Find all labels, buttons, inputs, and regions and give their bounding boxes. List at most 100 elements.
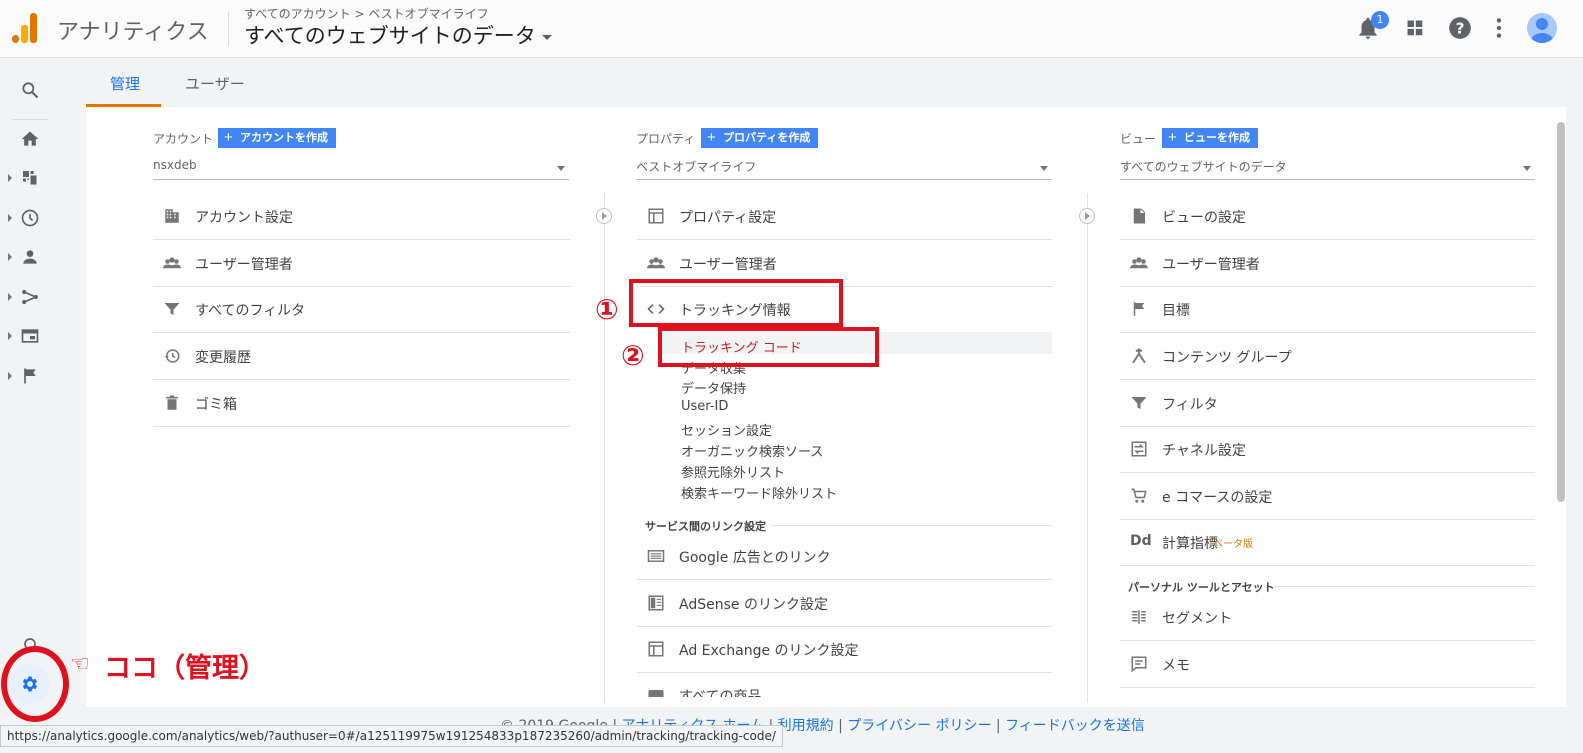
annotation-box-2 xyxy=(658,327,879,367)
adsense-icon xyxy=(648,595,664,611)
trash-icon xyxy=(166,395,178,410)
channel-icon xyxy=(1131,441,1147,457)
realtime-clock-icon[interactable] xyxy=(20,208,40,228)
home-icon[interactable] xyxy=(20,129,40,149)
annotation-koko-label: ココ（管理） xyxy=(104,653,266,684)
conversion-flag-icon[interactable] xyxy=(20,366,40,386)
create-property-button[interactable]: + プロパティを作成 xyxy=(701,128,819,148)
change-history-label: 変更履歴 xyxy=(195,350,251,366)
people-icon xyxy=(1130,257,1148,269)
acquisition-icon[interactable] xyxy=(20,287,40,307)
segments-icon xyxy=(1132,610,1146,624)
channel-settings-label: チャネル設定 xyxy=(1162,443,1246,459)
help-icon[interactable]: ? xyxy=(1447,15,1473,41)
all-filters-label: すべてのフィルタ xyxy=(195,303,306,319)
footer-link-feedback[interactable]: フィードバックを送信 xyxy=(1005,718,1145,734)
content-grouping-label: コンテンツ グループ xyxy=(1162,350,1292,366)
ecommerce-settings-label: e コマースの設定 xyxy=(1162,490,1273,506)
property-settings-item[interactable]: プロパティ設定 xyxy=(637,193,1052,240)
segments-label: セグメント xyxy=(1162,611,1232,627)
ad-exchange-icon xyxy=(648,641,664,657)
content-grouping-item[interactable]: コンテンツ グループ xyxy=(1120,333,1535,380)
data-retention-link[interactable]: データ保持 xyxy=(681,378,746,397)
view-selected: すべてのウェブサイトのデータ xyxy=(1120,160,1287,174)
ad-exchange-link-item[interactable]: Ad Exchange のリンク設定 xyxy=(637,626,1052,673)
building-icon xyxy=(165,209,179,223)
google-ads-link-item[interactable]: Google 広告とのリンク xyxy=(637,533,1052,580)
memo-icon xyxy=(1131,656,1147,673)
annotations-item[interactable]: メモ xyxy=(1120,641,1535,688)
session-settings-link[interactable]: セッション設定 xyxy=(681,420,772,439)
view-filters-item[interactable]: フィルタ xyxy=(1120,380,1535,427)
account-selector[interactable]: nsxdeb xyxy=(153,158,569,180)
adsense-link-item[interactable]: AdSense のリンク設定 xyxy=(637,580,1052,627)
account-column-header: アカウント xyxy=(153,132,214,146)
people-icon xyxy=(647,257,665,269)
customization-icon[interactable] xyxy=(20,168,40,188)
footer-link-terms[interactable]: 利用規約 xyxy=(778,718,834,734)
view-title: すべてのウェブサイトのデータ xyxy=(244,24,536,48)
more-vert-icon[interactable] xyxy=(1486,15,1512,41)
plus-icon: + xyxy=(224,129,233,146)
property-column-header: プロパティ xyxy=(636,132,696,146)
app-title[interactable]: アナリティクス xyxy=(57,14,209,46)
account-user-management-item[interactable]: ユーザー管理者 xyxy=(153,240,570,287)
change-history-item[interactable]: 変更履歴 xyxy=(153,333,570,380)
tab-user[interactable]: ユーザー xyxy=(185,73,245,94)
goals-item[interactable]: 目標 xyxy=(1120,286,1535,333)
analytics-logo-icon[interactable] xyxy=(12,13,38,43)
account-settings-label: アカウント設定 xyxy=(195,210,293,226)
plus-icon: + xyxy=(707,129,716,146)
filter-icon xyxy=(1131,397,1147,409)
avatar[interactable] xyxy=(1527,13,1557,43)
all-products-label: すべての商品 xyxy=(679,689,762,697)
arrow-right-icon xyxy=(596,208,612,224)
notification-badge: 1 xyxy=(1371,11,1389,29)
view-selector[interactable]: すべてのウェブサイトのデータ xyxy=(244,20,552,50)
product-linking-header: サービス間のリンク設定 xyxy=(645,520,766,533)
all-products-item[interactable]: すべての商品 xyxy=(637,673,1052,697)
ecommerce-settings-item[interactable]: e コマースの設定 xyxy=(1120,473,1535,520)
search-icon[interactable] xyxy=(20,80,40,100)
user-id-link[interactable]: User-ID xyxy=(681,399,728,414)
channel-settings-item[interactable]: チャネル設定 xyxy=(1120,426,1535,473)
view-filters-label: フィルタ xyxy=(1162,397,1218,413)
goals-label: 目標 xyxy=(1162,303,1190,319)
create-account-button[interactable]: + アカウントを作成 xyxy=(218,128,336,148)
svg-text:?: ? xyxy=(1456,19,1465,37)
tab-admin[interactable]: 管理 xyxy=(110,73,140,94)
property-selected: ベストオブマイライフ xyxy=(636,160,757,174)
create-view-button[interactable]: + ビューを作成 xyxy=(1162,128,1258,148)
referral-exclusion-link[interactable]: 参照元除外リスト xyxy=(681,462,785,481)
behavior-icon[interactable] xyxy=(20,326,40,346)
property-selector[interactable]: ベストオブマイライフ xyxy=(636,158,1052,180)
calculated-metrics-item[interactable]: Dd 計算指標 ベータ版 xyxy=(1120,519,1535,566)
account-settings-item[interactable]: アカウント設定 xyxy=(153,193,570,240)
account-user-management-label: ユーザー管理者 xyxy=(195,257,293,273)
scrollbar[interactable] xyxy=(1557,122,1565,502)
segments-item[interactable]: セグメント xyxy=(1120,594,1535,641)
view-column-selector[interactable]: すべてのウェブサイトのデータ xyxy=(1120,158,1535,180)
apps-grid-icon[interactable] xyxy=(1402,15,1428,41)
organic-search-sources-link[interactable]: オーガニック検索ソース xyxy=(681,441,823,460)
header-divider xyxy=(228,12,229,46)
view-column-header: ビュー xyxy=(1120,132,1157,146)
property-user-management-label: ユーザー管理者 xyxy=(679,257,777,273)
trash-label: ゴミ箱 xyxy=(195,397,237,413)
search-term-exclusion-link[interactable]: 検索キーワード除外リスト xyxy=(681,483,837,502)
view-user-management-item[interactable]: ユーザー管理者 xyxy=(1120,240,1535,287)
view-user-management-label: ユーザー管理者 xyxy=(1162,257,1260,273)
content-grouping-icon xyxy=(1132,348,1146,364)
status-url-bar: https://analytics.google.com/analytics/w… xyxy=(0,725,783,747)
ads-icon xyxy=(647,550,665,562)
trash-item[interactable]: ゴミ箱 xyxy=(153,380,570,427)
view-settings-item[interactable]: ビューの設定 xyxy=(1120,193,1535,240)
all-filters-item[interactable]: すべてのフィルタ xyxy=(153,286,570,333)
audience-person-icon[interactable] xyxy=(20,247,40,267)
account-selected: nsxdeb xyxy=(153,158,197,172)
google-ads-link-label: Google 広告とのリンク xyxy=(679,550,831,566)
property-layout-icon xyxy=(648,208,664,224)
annotation-ring xyxy=(1,646,69,722)
footer-link-privacy[interactable]: プライバシー ポリシー xyxy=(847,718,991,734)
column-divider xyxy=(604,193,605,703)
